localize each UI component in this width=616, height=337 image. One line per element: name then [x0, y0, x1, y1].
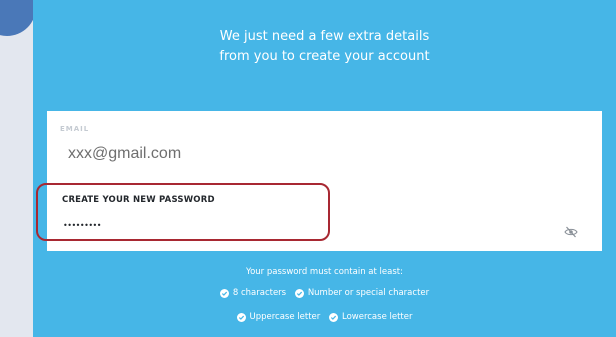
requirement-label: Number or special character: [307, 288, 430, 298]
check-circle-icon: [294, 289, 304, 298]
requirement-label: Lowercase letter: [341, 312, 413, 322]
page-heading: We just need a few extra details from yo…: [33, 27, 616, 67]
heading-line-1: We just need a few extra details: [219, 29, 430, 44]
check-circle-icon: [219, 289, 229, 298]
password-requirements: Your password must contain at least: 8 c…: [33, 262, 616, 331]
signup-panel: We just need a few extra details from yo…: [33, 0, 616, 337]
requirement-item: Lowercase letter: [328, 307, 413, 328]
requirement-item: Uppercase letter: [236, 307, 321, 328]
requirement-label: 8 characters: [232, 288, 287, 298]
password-highlight-box: [36, 183, 330, 241]
check-circle-icon: [328, 313, 338, 322]
email-field[interactable]: xxx@gmail.com: [68, 145, 181, 163]
corner-badge: [0, 0, 36, 36]
requirement-item: Number or special character: [294, 283, 430, 304]
heading-line-2: from you to create your account: [219, 49, 430, 64]
requirement-item: 8 characters: [219, 283, 287, 304]
eye-slash-icon[interactable]: [564, 223, 578, 238]
requirements-title: Your password must contain at least:: [246, 267, 403, 277]
email-label: EMAIL: [60, 125, 90, 133]
requirements-row-1: 8 characters Number or special character: [33, 283, 616, 307]
requirement-label: Uppercase letter: [249, 312, 321, 322]
check-circle-icon: [236, 313, 246, 322]
requirements-row-2: Uppercase letter Lowercase letter: [33, 307, 616, 331]
